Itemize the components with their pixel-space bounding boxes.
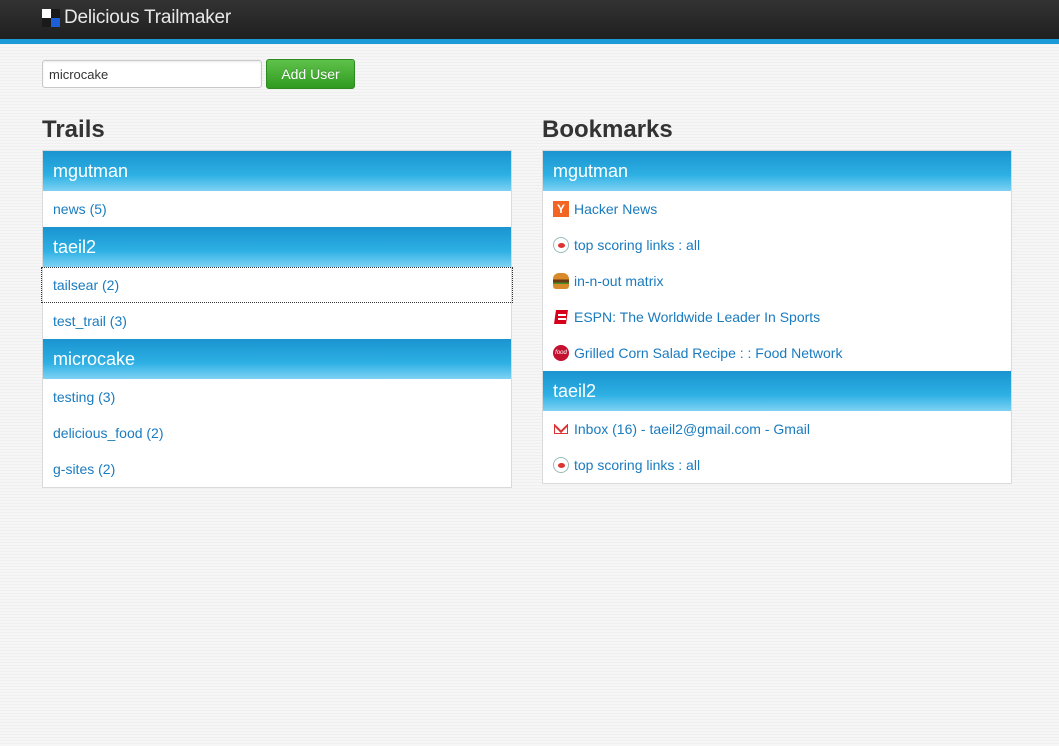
trail-item-label: tailsear (2) [53,277,120,293]
trails-panel: mgutman news (5) taeil2 tailsear (2) tes… [41,150,513,488]
reddit-icon [553,237,569,253]
bookmark-label: top scoring links : all [574,237,701,253]
food-network-icon: food [553,345,569,361]
bookmark-label: Grilled Corn Salad Recipe : : Food Netwo… [574,345,843,361]
burger-icon [553,273,569,289]
trail-item[interactable]: testing (3) [43,379,511,415]
bookmark-link[interactable]: top scoring links : all [543,227,1011,263]
trail-group-header: mgutman [43,151,511,191]
trail-group-header: taeil2 [43,227,511,267]
reddit-icon [553,457,569,473]
trail-item[interactable]: test_trail (3) [43,303,511,339]
trail-item-label: news (5) [53,201,107,217]
bookmark-label: top scoring links : all [574,457,701,473]
add-user-button[interactable]: Add User [266,59,355,89]
bookmark-link[interactable]: in-n-out matrix [543,263,1011,299]
espn-icon [553,309,569,325]
app-title: Delicious Trailmaker [64,7,232,28]
gmail-icon [553,421,569,437]
bookmark-link[interactable]: food Grilled Corn Salad Recipe : : Food … [543,335,1011,371]
bookmark-link[interactable]: Inbox (16) - taeil2@gmail.com - Gmail [543,411,1011,447]
bookmark-group-header: mgutman [543,151,1011,191]
bookmark-link[interactable]: ESPN: The Worldwide Leader In Sports [543,299,1011,335]
trail-item-label: testing (3) [53,389,116,405]
trail-item[interactable]: g-sites (2) [43,451,511,487]
bookmark-label: in-n-out matrix [574,273,664,289]
bookmark-link[interactable]: Y Hacker News [543,191,1011,227]
trail-item[interactable]: news (5) [43,191,511,227]
add-user-form: Add User [42,59,355,89]
trails-column: Trails mgutman news (5) taeil2 tailsear … [41,116,513,488]
bookmarks-heading: Bookmarks [542,116,673,143]
bookmark-label: Inbox (16) - taeil2@gmail.com - Gmail [574,421,810,437]
brand[interactable]: Delicious Trailmaker [42,7,231,29]
hacker-news-icon: Y [553,201,569,217]
trail-item-label: g-sites (2) [53,461,116,477]
trail-group-header: microcake [43,339,511,379]
bookmark-link[interactable]: top scoring links : all [543,447,1011,483]
trail-item-label: test_trail (3) [53,313,127,329]
bookmark-group-header: taeil2 [543,371,1011,411]
delicious-logo-icon [42,9,60,27]
bookmark-label: ESPN: The Worldwide Leader In Sports [574,309,821,325]
bookmarks-panel: mgutman Y Hacker News top scoring links … [542,150,1012,484]
bookmarks-column: Bookmarks mgutman Y Hacker News top scor… [542,116,1012,484]
trail-item-label: delicious_food (2) [53,425,164,441]
bookmark-label: Hacker News [574,201,658,217]
username-input[interactable] [42,60,262,88]
trail-item[interactable]: delicious_food (2) [43,415,511,451]
trails-heading: Trails [42,116,105,143]
top-navbar: Delicious Trailmaker [0,0,1059,44]
trail-item[interactable]: tailsear (2) [41,267,513,303]
